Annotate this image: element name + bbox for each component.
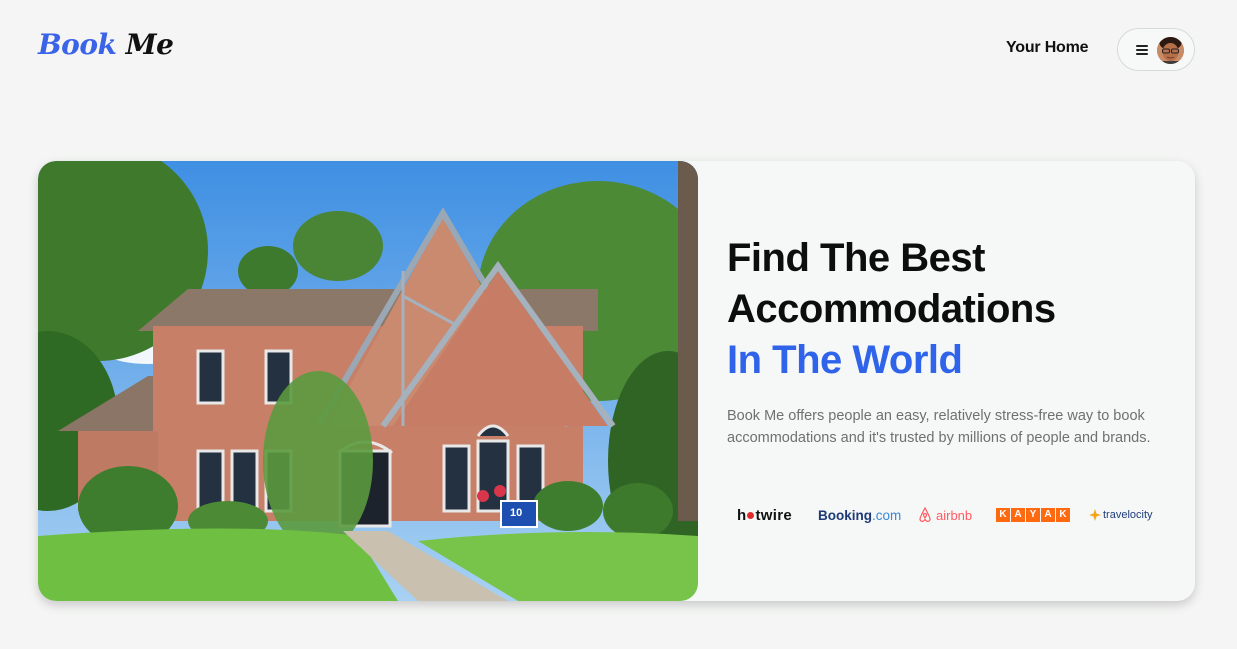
kayak-letter: A: [1011, 507, 1025, 522]
hero-title-accent: In The World: [727, 338, 963, 382]
hero-card: 10 Find The Best Accommodations In The W…: [38, 161, 1195, 601]
booking-com-text: .com: [872, 507, 902, 523]
logo-me: Me: [125, 28, 174, 61]
airbnb-logo[interactable]: airbnb: [917, 504, 972, 526]
hotwire-text-a: h: [737, 506, 747, 524]
hamburger-icon: [1136, 45, 1148, 55]
sign-number: 10: [510, 507, 522, 519]
house-photo: 10: [38, 161, 698, 601]
airbnb-icon: [919, 507, 931, 522]
hero-title-line2: Accommodations: [727, 287, 1056, 331]
kayak-logo[interactable]: KAYAK: [996, 507, 1071, 522]
hotwire-dot-icon: [747, 511, 755, 519]
user-menu-button[interactable]: [1117, 28, 1195, 71]
logo-book: Book: [38, 28, 117, 61]
hero-title-line1: Find The Best: [727, 236, 985, 280]
kayak-letter: K: [1056, 507, 1070, 522]
logo[interactable]: Book Me: [38, 28, 174, 61]
hotwire-text-b: twire: [755, 506, 792, 524]
hero-description: Book Me offers people an easy, relativel…: [727, 408, 1151, 446]
travelocity-star-icon: [1089, 509, 1101, 521]
kayak-letter: Y: [1026, 507, 1040, 522]
your-home-link[interactable]: Your Home: [1006, 39, 1089, 57]
kayak-letter: A: [1041, 507, 1055, 522]
booking-logo[interactable]: Booking .com: [818, 504, 901, 526]
airbnb-text: airbnb: [936, 507, 973, 523]
kayak-letter: K: [996, 507, 1010, 522]
avatar: [1157, 37, 1184, 64]
travelocity-logo[interactable]: travelocity: [1089, 504, 1153, 526]
booking-text: Booking: [818, 507, 872, 523]
hotwire-logo[interactable]: h twire: [737, 504, 792, 526]
hero-title: Find The Best Accommodations In The Worl…: [727, 233, 1056, 386]
partner-logos: h twire Booking .com airbnb KAYAK travel…: [737, 504, 1167, 528]
travelocity-text: travelocity: [1103, 509, 1153, 521]
